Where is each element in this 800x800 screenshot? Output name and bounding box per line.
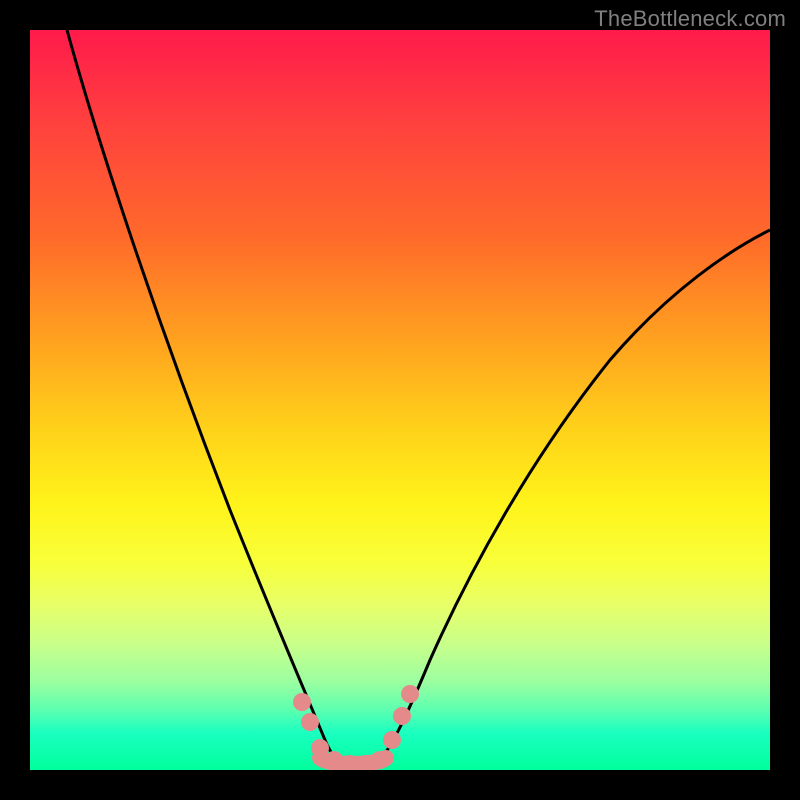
chart-svg	[30, 30, 770, 770]
marker-dot	[401, 685, 419, 703]
marker-dot	[293, 693, 311, 711]
marker-dot	[371, 751, 389, 769]
marker-dot	[393, 707, 411, 725]
marker-dot	[325, 751, 343, 769]
chart-plot-area	[30, 30, 770, 770]
curve-right	[378, 230, 770, 762]
watermark-text: TheBottleneck.com	[594, 6, 786, 32]
marker-dot	[301, 713, 319, 731]
chart-frame: TheBottleneck.com	[0, 0, 800, 800]
curve-left	[67, 30, 342, 765]
marker-dot	[311, 739, 329, 757]
marker-dot	[383, 731, 401, 749]
